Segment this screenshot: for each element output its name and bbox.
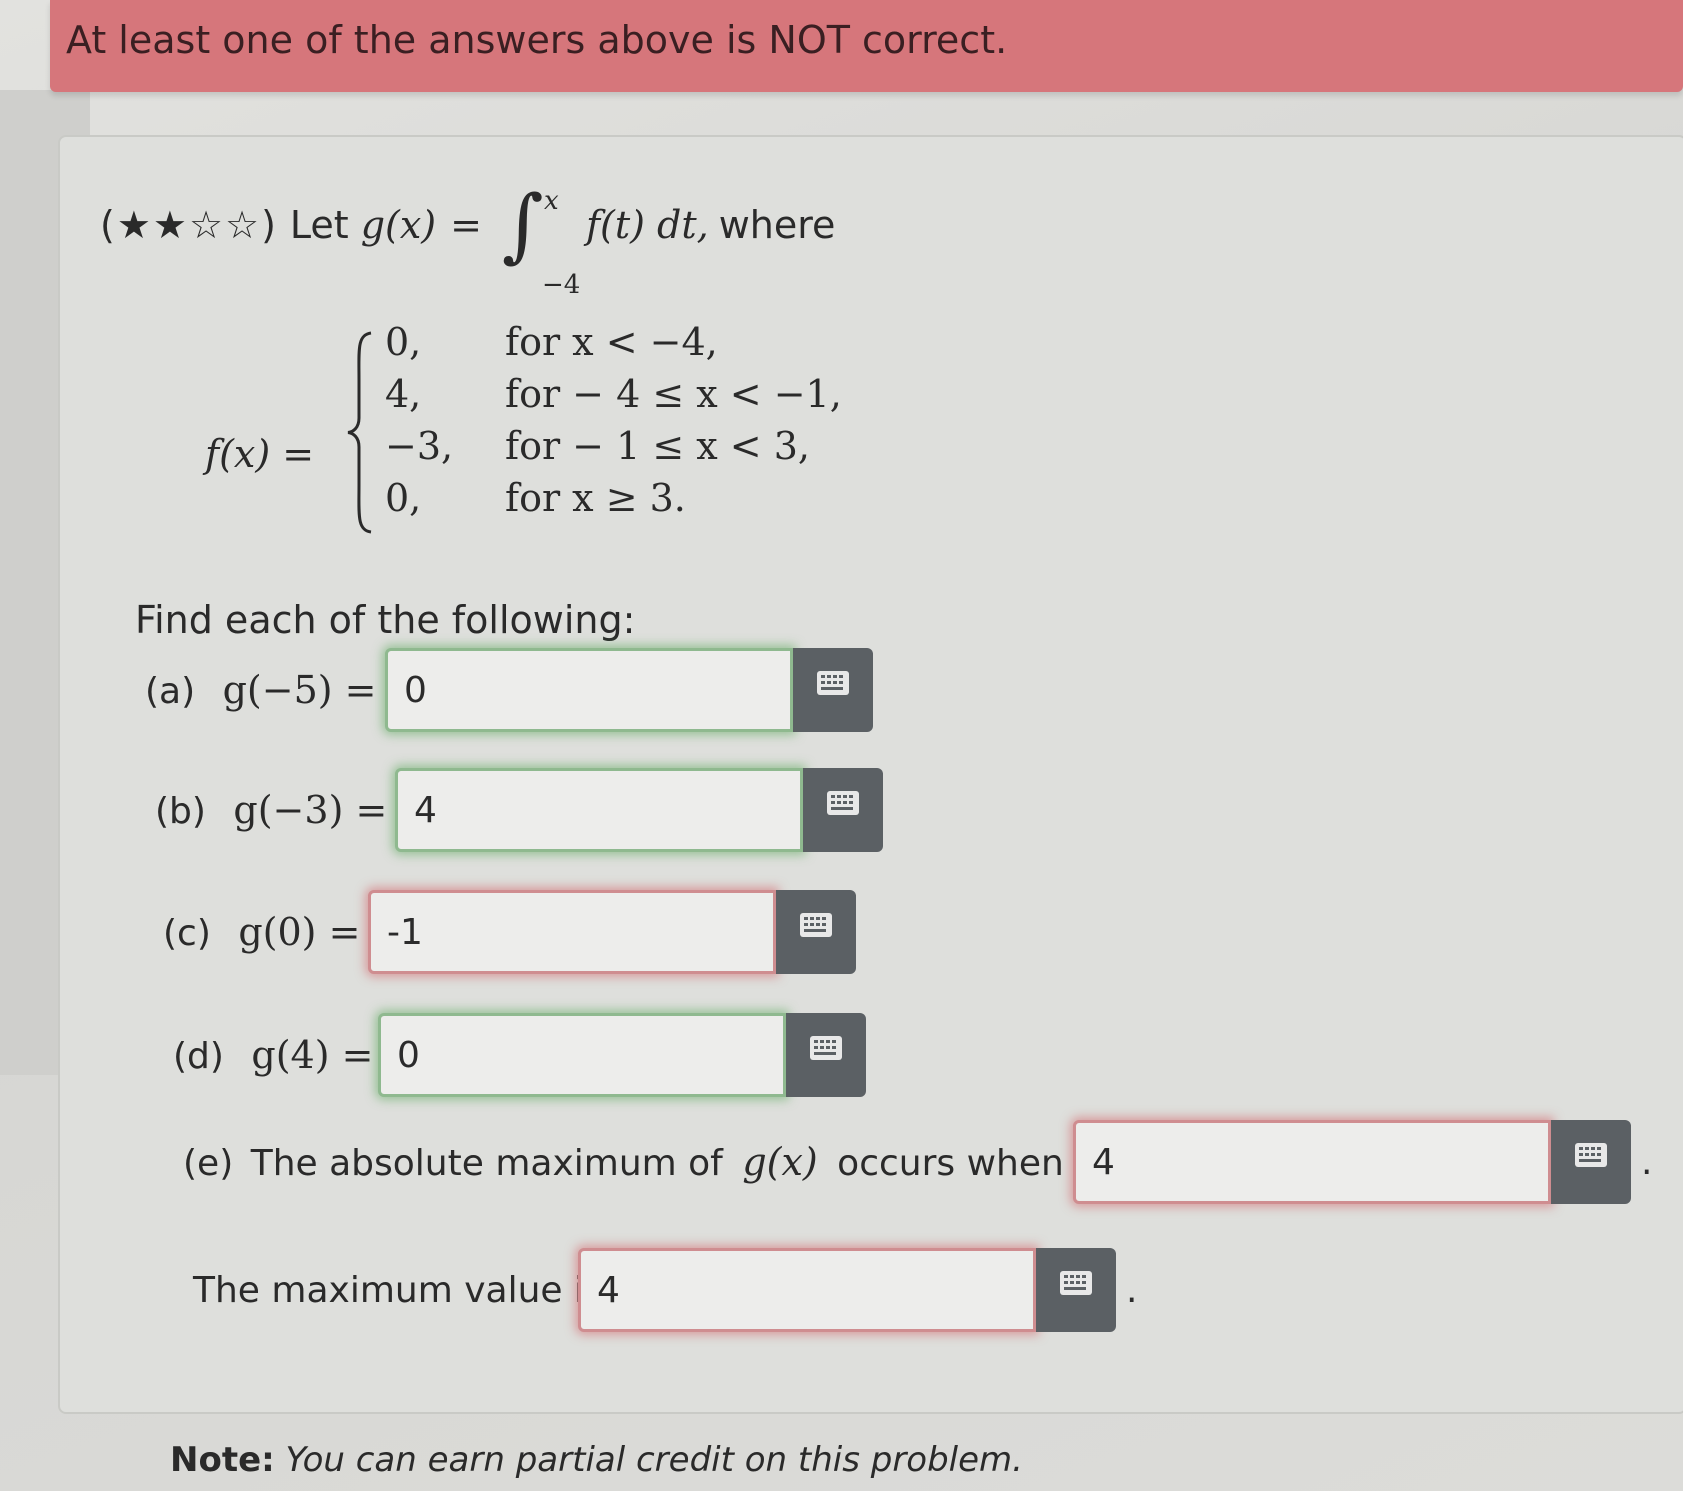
piece-row: 0, for x < −4, <box>385 320 842 372</box>
answer-e-keypad-button[interactable] <box>1551 1120 1631 1204</box>
piece-row: −3, for − 1 ≤ x < 3, <box>385 424 842 476</box>
piece-condition: for − 4 ≤ x < −1, <box>505 372 842 416</box>
part-letter: (d) <box>173 1036 224 1077</box>
question-d: (d) g(4) = <box>173 1013 866 1097</box>
question-a-label: (a) g(−5) = <box>145 668 385 712</box>
integrand: f(t) dt, <box>585 203 709 247</box>
alert-text: At least one of the answers above is NOT… <box>66 18 1008 62</box>
question-max-value: The maximum value is . <box>193 1248 1137 1332</box>
keypad-icon <box>827 791 859 815</box>
answer-e-period: . <box>1641 1141 1653 1183</box>
piece-value: 4, <box>385 372 422 416</box>
integral-sign: ∫ x −4 <box>502 185 580 301</box>
difficulty-stars: (★★☆☆) <box>100 203 278 247</box>
problem-intro: (★★☆☆) Let g(x) = ∫ x −4 f(t) dt, where <box>100 185 836 301</box>
part-text: The absolute maximum of <box>250 1143 723 1184</box>
answer-b-keypad-button[interactable] <box>803 768 883 852</box>
answer-d-input[interactable] <box>378 1013 786 1097</box>
question-e: (e) The absolute maximum of g(x) occurs … <box>183 1120 1652 1204</box>
part-expression: g(−5) = <box>222 668 377 712</box>
answer-max-input[interactable] <box>578 1248 1036 1332</box>
piecewise-rows: 0, for x < −4, 4, for − 4 ≤ x < −1, −3, … <box>385 320 842 528</box>
question-b: (b) g(−3) = <box>155 768 883 852</box>
answer-b-group <box>395 768 883 852</box>
question-c-label: (c) g(0) = <box>163 910 368 954</box>
answer-d-keypad-button[interactable] <box>786 1013 866 1097</box>
piece-value: −3, <box>385 424 454 468</box>
max-value-label: The maximum value is <box>193 1269 603 1311</box>
where-text: where <box>718 203 836 247</box>
keypad-icon <box>1060 1271 1092 1295</box>
piece-value: 0, <box>385 320 422 364</box>
piece-condition: for x < −4, <box>505 320 718 364</box>
answer-e-input[interactable] <box>1073 1120 1551 1204</box>
piece-row: 0, for x ≥ 3. <box>385 476 842 528</box>
part-letter: (e) <box>183 1143 234 1184</box>
partial-credit-note: Note: You can earn partial credit on thi… <box>170 1440 1023 1480</box>
part-text: occurs when <box>837 1143 1064 1184</box>
answer-c-input[interactable] <box>368 890 776 974</box>
part-letter: (b) <box>155 791 206 832</box>
answer-b-input[interactable] <box>395 768 803 852</box>
answer-max-period: . <box>1126 1269 1138 1311</box>
g-of-x: g(x) <box>360 203 437 247</box>
answer-a-keypad-button[interactable] <box>793 648 873 732</box>
keypad-icon <box>800 913 832 937</box>
part-expression: g(x) <box>742 1140 818 1184</box>
note-label: Note: <box>170 1440 275 1480</box>
equals-sign: = <box>450 203 482 247</box>
part-letter: (c) <box>163 913 211 954</box>
let-text: Let <box>289 203 349 247</box>
keypad-icon <box>1575 1143 1607 1167</box>
answer-a-group <box>385 648 873 732</box>
answer-a-input[interactable] <box>385 648 793 732</box>
question-c: (c) g(0) = <box>163 890 856 974</box>
question-e-label: (e) The absolute maximum of g(x) occurs … <box>183 1140 1149 1184</box>
piece-value: 0, <box>385 476 422 520</box>
note-text: You can earn partial credit on this prob… <box>285 1440 1023 1480</box>
question-d-label: (d) g(4) = <box>173 1033 378 1077</box>
answer-e-group <box>1073 1120 1631 1204</box>
part-letter: (a) <box>145 671 196 712</box>
answer-max-keypad-button[interactable] <box>1036 1248 1116 1332</box>
find-instruction: Find each of the following: <box>135 598 636 642</box>
piece-row: 4, for − 4 ≤ x < −1, <box>385 372 842 424</box>
keypad-icon <box>817 671 849 695</box>
piece-condition: for − 1 ≤ x < 3, <box>505 424 810 468</box>
integral-upper-limit: x <box>543 186 559 216</box>
answer-c-keypad-button[interactable] <box>776 890 856 974</box>
piece-condition: for x ≥ 3. <box>505 476 686 520</box>
integral-lower-limit: −4 <box>541 270 581 300</box>
answer-max-group <box>578 1248 1116 1332</box>
answer-c-group <box>368 890 856 974</box>
question-a: (a) g(−5) = <box>145 648 873 732</box>
part-expression: g(4) = <box>251 1033 374 1077</box>
part-expression: g(0) = <box>238 910 361 954</box>
answer-d-group <box>378 1013 866 1097</box>
f-of-x-lhs: f(x) = <box>205 432 315 476</box>
question-b-label: (b) g(−3) = <box>155 788 395 832</box>
keypad-icon <box>810 1036 842 1060</box>
part-expression: g(−3) = <box>233 788 388 832</box>
left-brace-icon <box>347 331 372 534</box>
incorrect-answer-alert: At least one of the answers above is NOT… <box>50 0 1683 92</box>
